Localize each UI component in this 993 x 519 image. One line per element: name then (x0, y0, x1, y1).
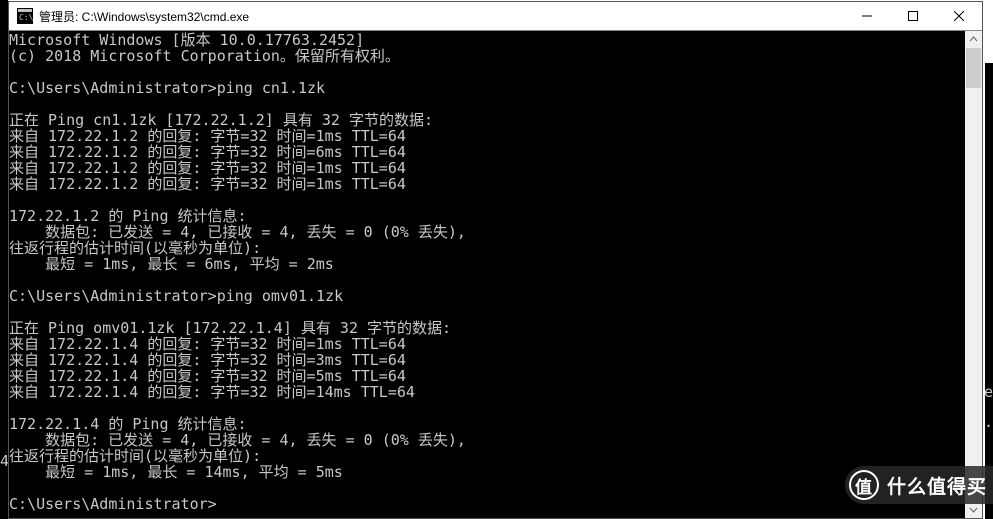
terminal-line: 最短 = 1ms, 最长 = 6ms, 平均 = 2ms (9, 256, 965, 272)
terminal-line (9, 480, 965, 496)
terminal-line: 往返行程的估计时间(以毫秒为单位): (9, 240, 965, 256)
terminal-line: 来自 172.22.1.2 的回复: 字节=32 时间=1ms TTL=64 (9, 128, 965, 144)
terminal-line: 来自 172.22.1.2 的回复: 字节=32 时间=1ms TTL=64 (9, 160, 965, 176)
minimize-button[interactable] (844, 2, 890, 30)
terminal-line: 往返行程的估计时间(以毫秒为单位): (9, 448, 965, 464)
terminal-line: 来自 172.22.1.4 的回复: 字节=32 时间=5ms TTL=64 (9, 368, 965, 384)
terminal-line: (c) 2018 Microsoft Corporation。保留所有权利。 (9, 48, 965, 64)
terminal-line: C:\Users\Administrator>ping cn1.1zk (9, 80, 965, 96)
terminal-line (9, 304, 965, 320)
terminal-line: 正在 Ping omv01.1zk [172.22.1.4] 具有 32 字节的… (9, 320, 965, 336)
scroll-track[interactable] (965, 48, 982, 501)
terminal-line: 来自 172.22.1.2 的回复: 字节=32 时间=6ms TTL=64 (9, 144, 965, 160)
terminal-output[interactable]: Microsoft Windows [版本 10.0.17763.2452](c… (9, 31, 965, 518)
fragment-char: e (984, 383, 993, 401)
cmd-icon: C:\ (17, 8, 33, 24)
terminal-line: C:\Users\Administrator>ping omv01.1zk (9, 288, 965, 304)
terminal-line: 正在 Ping cn1.1zk [172.22.1.2] 具有 32 字节的数据… (9, 112, 965, 128)
terminal-line: 172.22.1.4 的 Ping 统计信息: (9, 416, 965, 432)
fragment-char: . (984, 413, 993, 431)
scroll-thumb[interactable] (966, 48, 981, 88)
watermark-badge-icon: 值 (849, 470, 879, 500)
titlebar[interactable]: C:\ 管理员: C:\Windows\system32\cmd.exe (9, 2, 982, 31)
terminal-line: Microsoft Windows [版本 10.0.17763.2452] (9, 32, 965, 48)
scroll-up-button[interactable] (965, 31, 982, 48)
watermark-overlay: 值 什么值得买 (845, 466, 993, 504)
terminal-line: 来自 172.22.1.4 的回复: 字节=32 时间=14ms TTL=64 (9, 384, 965, 400)
maximize-button[interactable] (890, 2, 936, 30)
window-controls (844, 2, 982, 30)
terminal-line (9, 192, 965, 208)
terminal-line (9, 272, 965, 288)
terminal-line: 最短 = 1ms, 最长 = 14ms, 平均 = 5ms (9, 464, 965, 480)
terminal-line: C:\Users\Administrator> (9, 496, 965, 512)
client-area: Microsoft Windows [版本 10.0.17763.2452](c… (9, 31, 982, 518)
close-button[interactable] (936, 2, 982, 30)
terminal-line: 来自 172.22.1.4 的回复: 字节=32 时间=1ms TTL=64 (9, 336, 965, 352)
terminal-line: 来自 172.22.1.4 的回复: 字节=32 时间=3ms TTL=64 (9, 352, 965, 368)
terminal-line (9, 96, 965, 112)
terminal-line: 数据包: 已发送 = 4, 已接收 = 4, 丢失 = 0 (0% 丢失), (9, 224, 965, 240)
cmd-window: C:\ 管理员: C:\Windows\system32\cmd.exe Mic… (8, 1, 983, 519)
terminal-line: 来自 172.22.1.2 的回复: 字节=32 时间=1ms TTL=64 (9, 176, 965, 192)
watermark-text: 什么值得买 (887, 472, 987, 499)
terminal-line (9, 64, 965, 80)
background-right-fragment: e . (985, 63, 993, 519)
terminal-line: 172.22.1.2 的 Ping 统计信息: (9, 208, 965, 224)
terminal-line: 数据包: 已发送 = 4, 已接收 = 4, 丢失 = 0 (0% 丢失), (9, 432, 965, 448)
vertical-scrollbar[interactable] (965, 31, 982, 518)
terminal-line (9, 400, 965, 416)
background-left-fragment: 4 (0, 0, 8, 519)
window-title: 管理员: C:\Windows\system32\cmd.exe (39, 8, 844, 25)
svg-text:C:\: C:\ (19, 13, 33, 22)
